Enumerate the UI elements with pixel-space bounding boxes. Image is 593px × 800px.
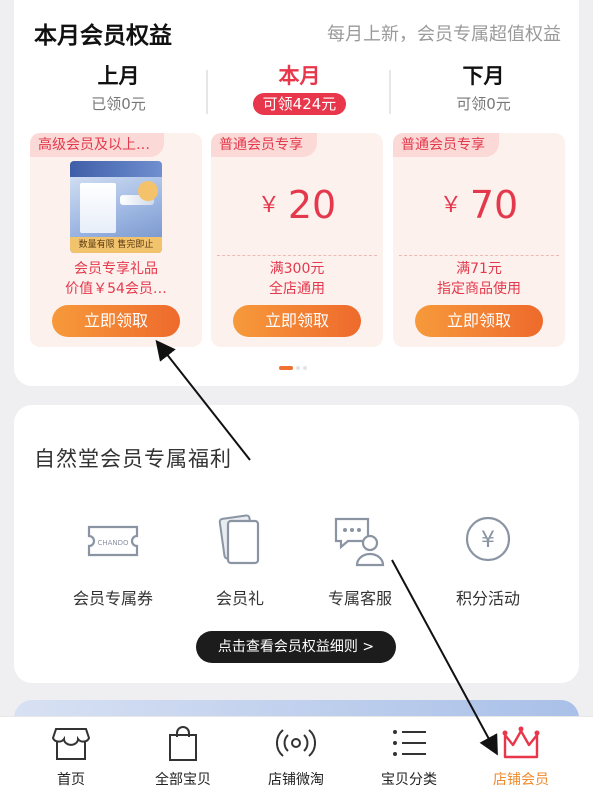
- coupon-tag: 高级会员及以上…: [30, 133, 164, 157]
- tab-home[interactable]: 首页: [12, 725, 130, 789]
- tab-all-items[interactable]: 全部宝贝: [124, 725, 242, 789]
- coupon-value: 20: [287, 183, 337, 227]
- welfare-label: 会员专属券: [72, 589, 153, 608]
- coupon-condition: 满71元: [456, 261, 502, 277]
- gift-image-caption: 数量有限 售完即止: [70, 237, 162, 253]
- tab-label: 全部宝贝: [155, 772, 211, 788]
- carousel-pagination: [279, 366, 310, 372]
- coupon-price: ￥ 20: [211, 183, 383, 227]
- dashed-divider: [399, 255, 559, 256]
- coupon-price: ￥ 70: [393, 183, 565, 227]
- benefits-title: 本月会员权益: [34, 23, 172, 49]
- shopping-bag-icon: [163, 725, 203, 761]
- coupon-card-20[interactable]: 普通会员专享 ￥ 20 满300元 全店通用 立即领取: [211, 133, 383, 347]
- tab-label: 首页: [57, 772, 85, 788]
- currency-symbol: ￥: [257, 193, 280, 218]
- month-name: 下月: [462, 64, 505, 88]
- welfare-item-coupon[interactable]: CHANDO 会员专属券: [48, 513, 178, 609]
- welfare-item-points[interactable]: ¥ 积分活动: [423, 513, 553, 609]
- claim-button[interactable]: 立即领取: [233, 305, 361, 337]
- yen-coin-icon: ¥: [458, 513, 518, 569]
- gift-product-image: 数量有限 售完即止: [70, 161, 162, 253]
- welfare-item-service[interactable]: 专属客服: [295, 513, 425, 609]
- crown-icon: [501, 725, 541, 761]
- month-amount: 已领0元: [91, 95, 146, 113]
- tab-categories[interactable]: 宝贝分类: [350, 725, 468, 789]
- coupon-condition: 满300元: [269, 261, 325, 277]
- page-dot[interactable]: [296, 366, 300, 370]
- month-tab-next[interactable]: 下月 可领0元: [393, 62, 574, 115]
- tab-label: 宝贝分类: [381, 772, 437, 788]
- member-welfare-card: 自然堂会员专属福利 CHANDO 会员专属券 会员礼 专属客服 ¥ 积分活动 点…: [14, 405, 579, 683]
- gift-coupon-card[interactable]: 高级会员及以上… 数量有限 售完即止 会员专享礼品 价值￥54会员… 立即领取: [30, 133, 202, 347]
- svg-text:¥: ¥: [481, 528, 495, 553]
- tab-label: 店铺微淘: [268, 772, 324, 788]
- welfare-label: 会员礼: [215, 589, 264, 608]
- coupon-line-1: 会员专享礼品: [74, 261, 158, 277]
- welfare-title: 自然堂会员专属福利: [34, 447, 232, 471]
- ticket-brand-text: CHANDO: [97, 539, 129, 547]
- page-dot[interactable]: [303, 366, 307, 370]
- welfare-label: 专属客服: [327, 589, 392, 608]
- tab-label: 店铺会员: [493, 772, 549, 788]
- divider: [389, 70, 391, 114]
- gift-card-icon: [210, 513, 270, 569]
- view-rules-button[interactable]: 点击查看会员权益细则 >: [196, 631, 396, 663]
- month-amount-badge: 可领424元: [252, 93, 347, 115]
- page-dot-active[interactable]: [279, 366, 293, 370]
- welfare-item-gift[interactable]: 会员礼: [175, 513, 305, 609]
- coupon-card-70[interactable]: 普通会员专享 ￥ 70 满71元 指定商品使用 立即领取: [393, 133, 565, 347]
- month-tabs: 上月 已领0元 本月 可领424元 下月 可领0元: [14, 62, 579, 122]
- tab-store-membership[interactable]: 店铺会员: [462, 725, 580, 789]
- coupon-scope: 指定商品使用: [437, 281, 521, 297]
- tab-store-feed[interactable]: 店铺微淘: [237, 725, 355, 789]
- coupon-line-2: 价值￥54会员…: [65, 281, 167, 297]
- coupon-tag: 普通会员专享: [393, 133, 499, 157]
- welfare-label: 积分活动: [455, 589, 520, 608]
- ticket-icon: CHANDO: [83, 513, 143, 569]
- bottom-tab-bar: 首页 全部宝贝 店铺微淘 宝贝分类 店铺会员: [0, 716, 593, 800]
- claim-button[interactable]: 立即领取: [415, 305, 543, 337]
- storefront-icon: [51, 725, 91, 761]
- coupon-tag: 普通会员专享: [211, 133, 317, 157]
- monthly-benefits-card: 本月会员权益 每月上新，会员专属超值权益 上月 已领0元 本月 可领424元 下…: [14, 0, 579, 386]
- list-icon: [389, 725, 429, 761]
- coupon-scope: 全店通用: [269, 281, 325, 297]
- currency-symbol: ￥: [439, 193, 462, 218]
- claim-button[interactable]: 立即领取: [52, 305, 180, 337]
- month-amount: 可领0元: [456, 95, 511, 113]
- broadcast-icon: [276, 725, 316, 761]
- benefits-subtitle: 每月上新，会员专属超值权益: [327, 24, 561, 45]
- month-tab-last[interactable]: 上月 已领0元: [28, 62, 209, 115]
- coupon-value: 70: [469, 183, 519, 227]
- customer-service-icon: [330, 513, 390, 569]
- month-name: 上月: [97, 64, 140, 88]
- month-name: 本月: [278, 64, 321, 88]
- dashed-divider: [217, 255, 377, 256]
- month-tab-current[interactable]: 本月 可领424元: [209, 62, 390, 115]
- divider: [206, 70, 208, 114]
